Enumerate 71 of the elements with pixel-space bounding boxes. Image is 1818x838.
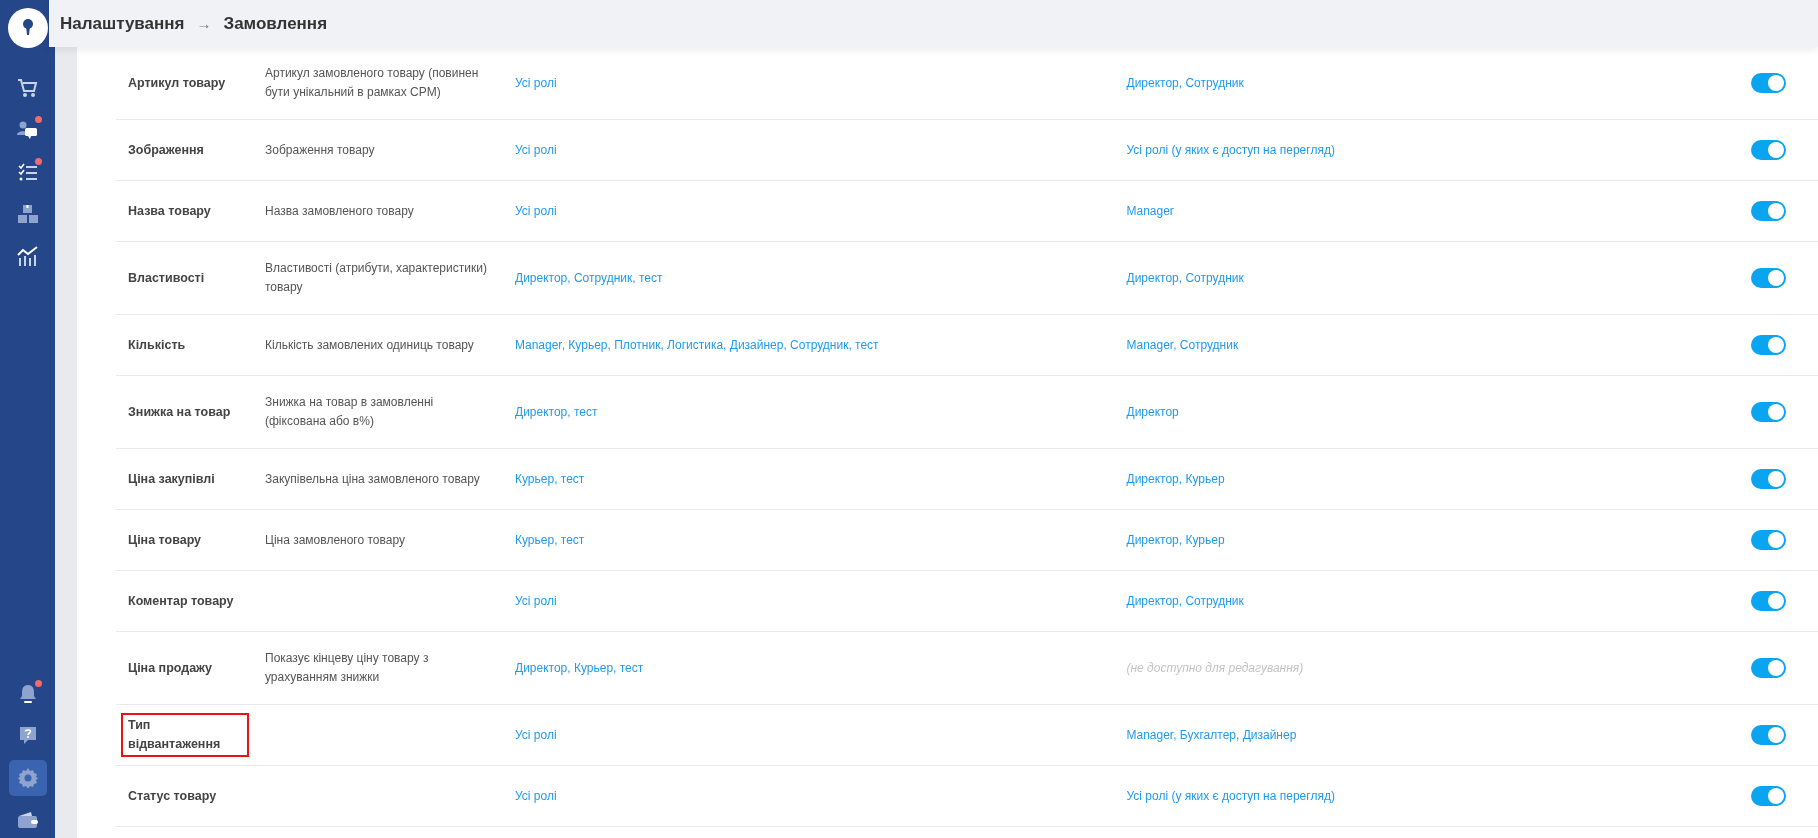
field-name: Тип відвантаження [121, 713, 249, 757]
view-roles-link[interactable]: Директор [1126, 405, 1179, 419]
settings-icon [17, 768, 38, 788]
view-roles-link[interactable]: Директор, Курьер [1126, 533, 1225, 547]
toggle-switch[interactable] [1751, 335, 1786, 355]
toggle-switch[interactable] [1751, 73, 1786, 93]
view-roles-link[interactable]: Директор, Курьер [1126, 472, 1225, 486]
toggle-switch[interactable] [1751, 530, 1786, 550]
toggle-switch[interactable] [1751, 658, 1786, 678]
help-icon [18, 726, 37, 746]
bell-icon [18, 684, 37, 704]
field-name: Статус товару [127, 787, 218, 805]
toggle-switch[interactable] [1751, 591, 1786, 611]
toggle-switch[interactable] [1751, 201, 1786, 221]
field-name: Знижка на товар [127, 403, 232, 421]
edit-roles-link[interactable]: Усі ролі [515, 76, 557, 90]
view-roles-link[interactable]: Manager, Сотрудник [1126, 338, 1239, 352]
edit-roles-link[interactable]: Manager, Курьер, Плотник, Логистика, Дизайнер, Сотрудник, тест [515, 338, 879, 352]
users-chat-icon [16, 120, 39, 140]
cart-icon [16, 78, 39, 98]
unavailable-note: (не доступно для редагування) [1126, 661, 1304, 675]
field-name: Ціна закупівлі [127, 470, 216, 488]
toggle-switch[interactable] [1751, 469, 1786, 489]
field-name: Властивості [127, 269, 206, 287]
view-roles-link[interactable]: Директор, Сотрудник [1126, 594, 1244, 608]
view-roles-link[interactable]: Усі ролі (у яких є доступ на перегляд) [1126, 143, 1335, 157]
nav-button[interactable] [8, 760, 47, 796]
view-roles-link[interactable]: Усі ролі (у яких є доступ на перегляд) [1126, 789, 1335, 803]
field-description: Зображення товару [265, 141, 376, 159]
field-description: Ціна замовленого товару [265, 531, 406, 549]
edit-roles-link[interactable]: Усі ролі [515, 789, 557, 803]
edit-roles-link[interactable]: Директор, Курьер, тест [515, 661, 644, 675]
field-name: Кількість [127, 336, 187, 354]
field-name: Назва товару [127, 202, 212, 220]
edit-roles-link[interactable]: Усі ролі [515, 143, 557, 157]
field-description: Назва замовленого товару [265, 202, 415, 220]
field-name: Ціна продажу [127, 659, 213, 677]
wallet-icon [16, 811, 39, 829]
toggle-switch[interactable] [1751, 268, 1786, 288]
checklist-icon [17, 162, 38, 182]
logo-icon[interactable] [7, 8, 48, 48]
breadcrumb-separator: → [196, 15, 212, 32]
view-roles-link[interactable]: Manager [1126, 204, 1174, 218]
field-name: Зображення [127, 141, 205, 159]
page-title: Замовлення [223, 13, 328, 34]
field-description: Закупівельна ціна замовленого товару [265, 470, 481, 488]
toggle-switch[interactable] [1751, 402, 1786, 422]
edit-roles-link[interactable]: Директор, тест [515, 405, 598, 419]
edit-roles-link[interactable]: Курьер, тест [515, 472, 585, 486]
field-name: Ціна товару [127, 531, 203, 549]
edit-roles-link[interactable]: Усі ролі [515, 728, 557, 742]
field-description: Показує кінцеву ціну товару з урахуванням знижки [265, 650, 430, 686]
view-roles-link[interactable]: Директор, Сотрудник [1126, 271, 1244, 285]
breadcrumb-link[interactable]: Налаштування [60, 13, 185, 34]
edit-roles-link[interactable]: Усі ролі [515, 204, 557, 218]
field-description: Знижка на товар в замовленні (фіксована або в%) [265, 394, 435, 430]
edit-roles-link[interactable]: Директор, Сотрудник, тест [515, 271, 663, 285]
edit-roles-link[interactable]: Усі ролі [515, 594, 557, 608]
field-description: Властивості (атрибути, характеристики) товару [265, 260, 488, 296]
toggle-switch[interactable] [1751, 725, 1786, 745]
edit-roles-link[interactable]: Курьер, тест [515, 533, 585, 547]
field-name: Артикул товару [127, 74, 227, 92]
toggle-switch[interactable] [1751, 786, 1786, 806]
boxes-icon [16, 204, 39, 224]
toggle-switch[interactable] [1751, 140, 1786, 160]
field-description: Кількість замовлених одиниць товару [265, 336, 475, 354]
field-description: Артикул замовленого товару (повинен бути унікальний в рамках CPM) [265, 65, 480, 101]
view-roles-link[interactable]: Manager, Бухгалтер, Дизайнер [1126, 728, 1297, 742]
view-roles-link[interactable]: Директор, Сотрудник [1126, 76, 1244, 90]
chart-icon [16, 246, 39, 266]
field-name: Коментар товару [127, 592, 235, 610]
